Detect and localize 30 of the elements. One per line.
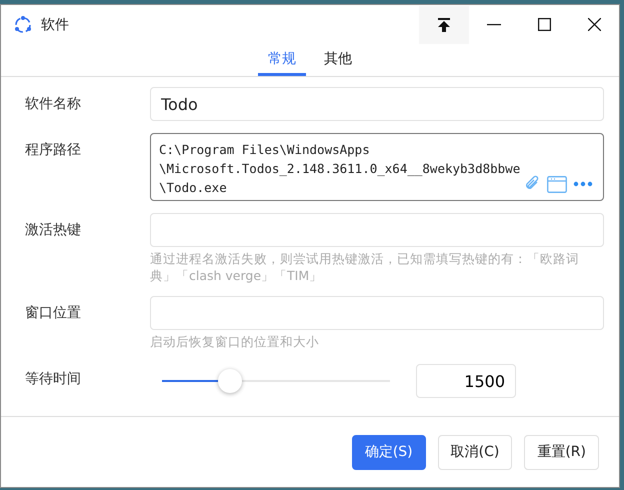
field-label: 软件名称 bbox=[25, 95, 82, 113]
app-logo-icon bbox=[13, 14, 33, 34]
dialog-button[interactable]: 取消(C) bbox=[438, 434, 512, 470]
pin-top-icon bbox=[437, 18, 451, 32]
path-field[interactable]: C:\Program Files\WindowsApps \Microsoft.Todos_2.148.3611.0_x64__8wekyb3d8bbwe \Todo.exe bbox=[150, 133, 604, 201]
path-text: \Todo.exe bbox=[159, 179, 227, 197]
field-label: 程序路径 bbox=[25, 141, 82, 159]
window-title: 软件 bbox=[41, 16, 70, 34]
path-text: C:\Program Files\WindowsApps bbox=[159, 141, 370, 159]
dialog-button[interactable]: 重置(R) bbox=[524, 434, 599, 470]
hint-text: 通过进程名激活失败，则尝试用热键激活，已知需填写热键的有：「欧路词典」「clash verge」「TIM」 bbox=[150, 250, 580, 284]
text-field[interactable]: Todo bbox=[150, 87, 604, 121]
hint-text: 启动后恢复窗口的位置和大小 bbox=[150, 333, 320, 350]
more-icon[interactable] bbox=[573, 181, 593, 187]
tab[interactable]: 常规 bbox=[258, 44, 306, 76]
window-icon[interactable] bbox=[547, 176, 567, 192]
maximize-icon bbox=[538, 18, 550, 31]
pin-on-top-button[interactable] bbox=[419, 6, 469, 44]
confirm-button[interactable]: 确定(S) bbox=[352, 434, 426, 470]
text-field[interactable] bbox=[150, 213, 604, 247]
number-field[interactable]: 1500 bbox=[416, 364, 516, 398]
path-text: \Microsoft.Todos_2.148.3611.0_x64__8wekyb3d8bbwe bbox=[159, 160, 520, 178]
field-label: 等待时间 bbox=[25, 370, 82, 388]
slider-thumb[interactable] bbox=[218, 369, 242, 393]
field-label: 激活热键 bbox=[25, 221, 82, 239]
minimize-icon bbox=[487, 24, 501, 26]
field-label: 窗口位置 bbox=[25, 304, 82, 322]
tab[interactable]: 其他 bbox=[314, 44, 362, 76]
text-field[interactable] bbox=[150, 296, 604, 330]
close-icon bbox=[588, 18, 600, 31]
